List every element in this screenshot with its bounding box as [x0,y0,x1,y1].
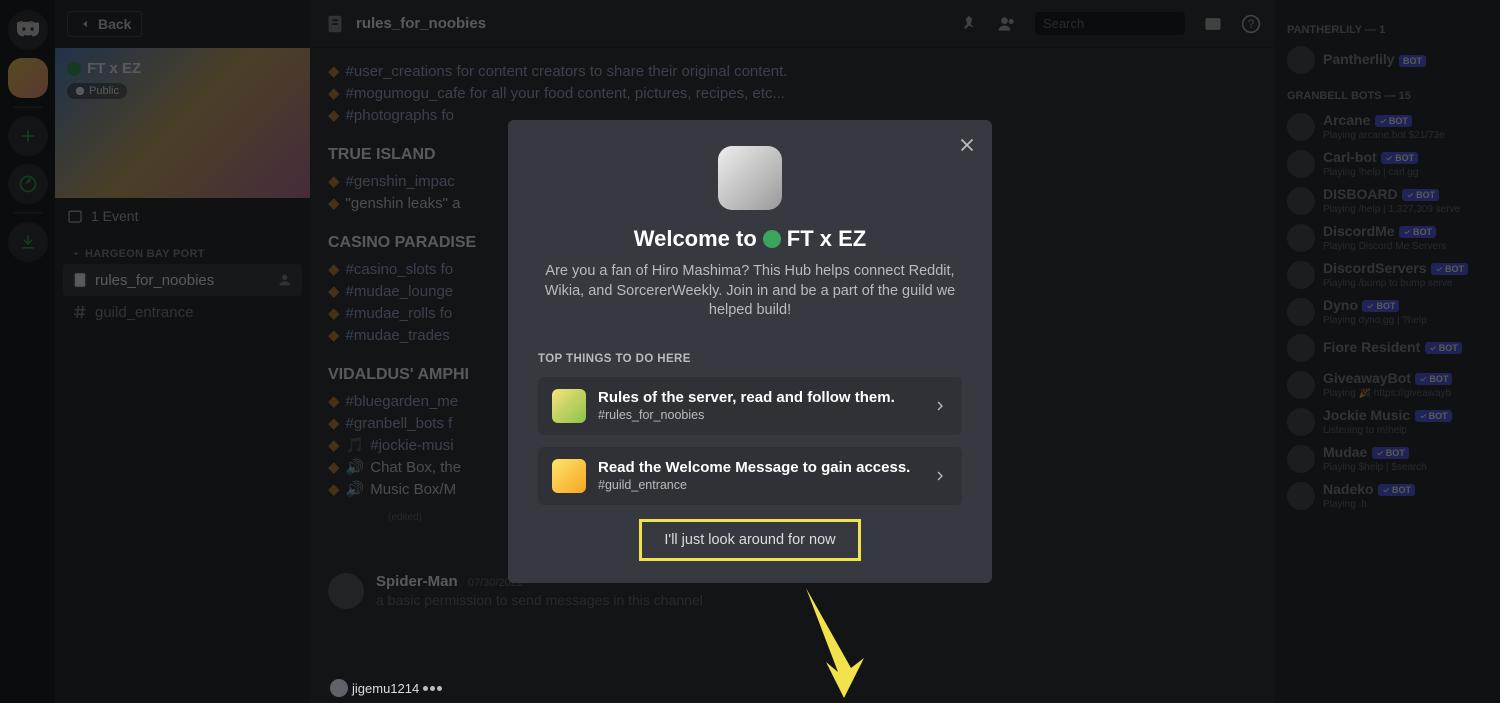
welcome-description: Are you a fan of Hiro Mashima? This Hub … [538,262,962,321]
welcome-card-entrance[interactable]: Read the Welcome Message to gain access.… [538,447,962,505]
close-icon [956,134,978,156]
modal-overlay: Welcome to FT x EZ Are you a fan of Hiro… [0,0,1500,703]
top-things-header: TOP THINGS TO DO HERE [538,353,962,365]
welcome-modal: Welcome to FT x EZ Are you a fan of Hiro… [508,120,992,583]
server-icon [718,146,782,210]
chevron-right-icon [932,468,948,484]
verified-icon [763,230,781,248]
welcome-title: Welcome to FT x EZ [538,226,962,252]
card-icon [552,459,586,493]
welcome-card-rules[interactable]: Rules of the server, read and follow the… [538,377,962,435]
close-button[interactable] [956,134,978,161]
annotation-arrow [796,588,866,703]
card-icon [552,389,586,423]
look-around-button[interactable]: I'll just look around for now [639,519,861,561]
chevron-right-icon [932,398,948,414]
